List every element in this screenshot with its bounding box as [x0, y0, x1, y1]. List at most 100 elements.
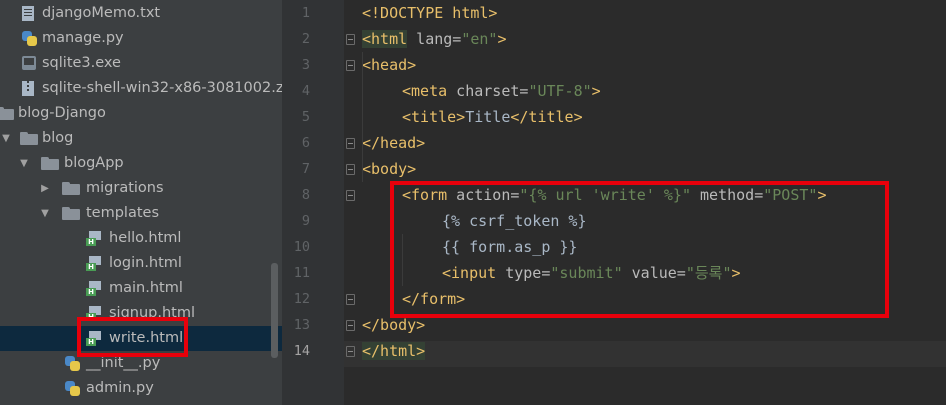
html-file-icon: H — [86, 281, 102, 296]
tree-scrollbar[interactable] — [271, 263, 278, 358]
code-token: lang= — [407, 30, 462, 48]
tree-item-label: signup.html — [109, 305, 196, 321]
tree-item-sqlite-shell-zip[interactable]: sqlite-shell-win32-x86-3081002.zip — [0, 76, 282, 101]
tree-item-label: sqlite-shell-win32-x86-3081002.zip — [42, 80, 282, 96]
tree-item-main-html[interactable]: H main.html — [0, 276, 282, 301]
tree-item-label: blogApp — [64, 155, 124, 171]
project-tree-panel: djangoMemo.txt manage.py sqlite3.exe sql… — [0, 0, 282, 405]
code-line[interactable]: <input type="submit" value="등록"> — [442, 260, 741, 286]
code-token: method= — [691, 186, 764, 204]
code-token: {% csrf_token %} — [442, 212, 587, 230]
tree-item-signup-html[interactable]: H signup.html — [0, 301, 282, 326]
code-token: <input — [442, 264, 497, 282]
code-line[interactable]: {{ form.as_p }} — [442, 234, 577, 260]
html-file-icon: H — [86, 306, 102, 321]
tree-item-manage-py[interactable]: manage.py — [0, 26, 282, 51]
code-token: Title — [465, 108, 511, 126]
code-token: type= — [496, 264, 551, 282]
tree-item-label: admin.py — [86, 380, 154, 396]
python-file-icon — [65, 381, 80, 396]
line-number: 13 — [293, 317, 310, 333]
fold-marker-icon[interactable] — [346, 294, 355, 305]
code-line[interactable]: </form> — [402, 286, 465, 312]
tree-item-djangomemo-txt[interactable]: djangoMemo.txt — [0, 1, 282, 26]
tree-item-init-py[interactable]: __init__.py — [0, 351, 282, 376]
line-number: 10 — [293, 239, 310, 255]
line-number: 6 — [301, 135, 310, 151]
tree-item-hello-html[interactable]: H hello.html — [0, 226, 282, 251]
tree-item-write-html[interactable]: H write.html — [0, 326, 282, 351]
fold-marker-icon[interactable] — [346, 138, 355, 149]
code-token: > — [591, 82, 601, 100]
code-line[interactable]: <title>Title</title> — [402, 104, 583, 130]
tree-item-blog-django[interactable]: blog-Django — [0, 101, 282, 126]
expand-arrow-icon[interactable]: ▼ — [39, 201, 51, 226]
code-token: </form> — [402, 290, 466, 308]
tree-item-label: blog-Django — [18, 105, 106, 121]
code-token: {{ form.as_p }} — [442, 238, 578, 256]
code-line[interactable]: </head> — [362, 130, 425, 156]
fold-marker-icon[interactable] — [346, 320, 355, 331]
line-number: 1 — [301, 5, 310, 21]
line-number: 2 — [301, 31, 310, 47]
code-token: "en" — [461, 30, 498, 48]
code-line[interactable]: <meta charset="UTF-8"> — [402, 78, 601, 104]
folder-icon — [20, 132, 38, 145]
expand-arrow-icon[interactable]: ▼ — [18, 151, 30, 176]
code-token: <title> — [402, 108, 466, 126]
expand-arrow-icon[interactable]: ▼ — [0, 126, 12, 151]
tree-item-migrations[interactable]: ▶ migrations — [0, 176, 282, 201]
code-token: "submit" — [550, 264, 623, 282]
tree-item-blog[interactable]: ▼ blog — [0, 126, 282, 151]
line-number: 7 — [301, 161, 310, 177]
html-file-icon: H — [86, 331, 102, 346]
folder-icon — [62, 207, 80, 220]
html-file-icon: H — [86, 256, 102, 271]
code-line[interactable]: </html> — [362, 338, 426, 364]
tree-item-label: templates — [86, 205, 160, 221]
tree-item-label: migrations — [86, 180, 164, 196]
indent-guide — [362, 52, 363, 182]
fold-marker-icon[interactable] — [346, 34, 355, 45]
code-token: <head> — [362, 56, 417, 74]
code-line[interactable]: </body> — [362, 312, 425, 338]
code-token: <form — [402, 186, 448, 204]
code-editor[interactable]: 1 2 3 4 5 6 7 8 9 10 11 12 13 14 <!DOCTYPE html> <html… — [282, 0, 946, 405]
code-line[interactable]: {% csrf_token %} — [442, 208, 587, 234]
tree-item-sqlite3-exe[interactable]: sqlite3.exe — [0, 51, 282, 76]
code-token: </head> — [362, 134, 426, 152]
collapse-arrow-icon[interactable]: ▶ — [39, 176, 51, 201]
line-number: 4 — [301, 83, 310, 99]
tree-item-blogapp[interactable]: ▼ blogApp — [0, 151, 282, 176]
code-token: <!DOCTYPE html> — [362, 4, 498, 22]
code-line[interactable]: <!DOCTYPE html> — [362, 0, 497, 26]
folder-icon — [41, 157, 59, 170]
fold-marker-icon[interactable] — [346, 164, 355, 175]
code-token: > — [497, 30, 507, 48]
code-token: > — [731, 264, 741, 282]
fold-marker-icon[interactable] — [346, 346, 355, 357]
folder-icon — [62, 182, 80, 195]
code-token: <meta — [402, 82, 448, 100]
tree-item-label: blog — [42, 130, 74, 146]
tree-item-admin-py[interactable]: admin.py — [0, 376, 282, 401]
line-number: 14 — [293, 343, 310, 359]
tree-item-label: sqlite3.exe — [42, 55, 121, 71]
tree-item-login-html[interactable]: H login.html — [0, 251, 282, 276]
tree-item-label: __init__.py — [86, 355, 161, 371]
line-number: 5 — [301, 109, 310, 125]
code-line[interactable]: <body> — [362, 156, 416, 182]
code-line[interactable]: <html lang="en"> — [362, 26, 507, 52]
fold-marker-icon[interactable] — [346, 190, 355, 201]
fold-marker-icon[interactable] — [346, 60, 355, 71]
tree-item-label: manage.py — [42, 30, 124, 46]
code-line[interactable]: <form action="{% url 'write' %}" method=… — [402, 182, 826, 208]
code-line[interactable]: <head> — [362, 52, 416, 78]
executable-file-icon — [22, 56, 36, 70]
code-token: "POST" — [763, 186, 818, 204]
tree-item-templates[interactable]: ▼ templates — [0, 201, 282, 226]
tree-item-label: hello.html — [109, 230, 182, 246]
code-token: > — [817, 186, 827, 204]
tree-item-label: login.html — [109, 255, 182, 271]
python-file-icon — [22, 31, 37, 46]
